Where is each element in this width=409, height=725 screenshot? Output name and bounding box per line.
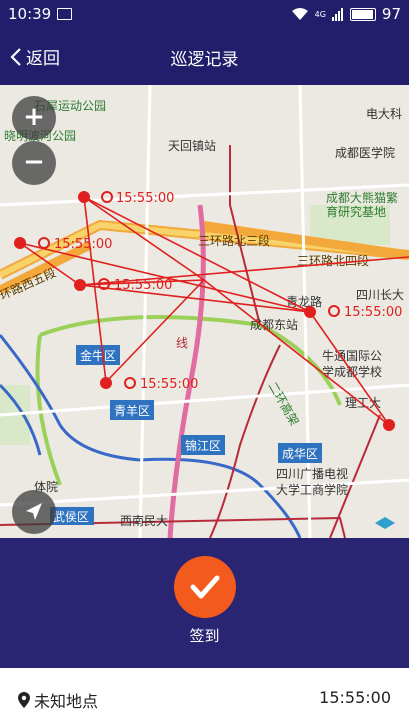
zoom-out-button[interactable]: −: [12, 141, 56, 185]
marker-time: 15:55:00: [54, 237, 112, 252]
map-label: 成都大熊猫繁: [326, 190, 398, 205]
location-pin-icon: [18, 692, 30, 708]
marker-time: 15:55:00: [116, 191, 174, 206]
patrol-marker[interactable]: [14, 237, 26, 249]
map-label: 成华区: [282, 447, 318, 461]
patrol-marker[interactable]: [304, 306, 316, 318]
record-time: 15:55:00: [319, 688, 391, 707]
map-view[interactable]: 石犀运动公园 晓明波河公园 天回镇站 电大科 成都医学院 成都大熊猫繁 育研究基…: [0, 85, 409, 538]
wifi-icon: [291, 8, 308, 20]
checkin-panel: 签到: [0, 538, 409, 668]
map-label: 电大科: [366, 107, 402, 121]
network-type: 4G: [314, 9, 326, 19]
location-text: 未知地点: [34, 692, 99, 711]
map-label: 理工大: [345, 396, 381, 410]
navigation-arrow-icon: [26, 503, 42, 520]
map-label: 西南民大: [120, 513, 168, 528]
signal-icon: [331, 8, 343, 21]
battery-icon: [349, 7, 376, 21]
patrol-marker[interactable]: [100, 377, 112, 389]
locate-button[interactable]: [12, 490, 56, 534]
patrol-marker[interactable]: [74, 279, 86, 291]
status-right: 4G 97: [291, 5, 401, 23]
marker-time: 15:55:00: [140, 377, 198, 392]
map-label: 三环路北三段: [198, 233, 270, 248]
map-label: 大学工商学院: [276, 482, 348, 497]
status-time: 10:39: [8, 5, 52, 23]
marker-time: 15:55:00: [344, 305, 402, 320]
map-label: 牛通国际公: [322, 348, 382, 363]
page-title: 巡逻记录: [170, 50, 239, 70]
map-label: 金牛区: [80, 348, 116, 363]
map-label: 育研究基地: [326, 204, 386, 219]
zoom-in-button[interactable]: +: [12, 96, 56, 140]
map-label: 四川长大: [356, 288, 404, 302]
map-label: 锦江区: [185, 439, 221, 453]
checkin-label: 签到: [189, 627, 220, 645]
map-label: 线: [176, 336, 188, 350]
map-canvas: 石犀运动公园 晓明波河公园 天回镇站 电大科 成都医学院 成都大熊猫繁 育研究基…: [0, 85, 409, 538]
status-bar: 10:39 4G 97: [0, 0, 409, 30]
map-label: 成都医学院: [335, 145, 395, 160]
map-label: 天回镇站: [168, 139, 216, 153]
battery-percent: 97: [381, 5, 401, 23]
map-label: 武侯区: [53, 510, 89, 524]
map-label: 青龙路: [286, 294, 322, 309]
app-header: 返回 巡逻记录: [0, 30, 409, 85]
map-label: 成都东站: [250, 318, 298, 332]
map-label: 四川广播电视: [276, 466, 348, 481]
patrol-marker[interactable]: [78, 191, 90, 203]
marker-time: 15:55:00: [114, 278, 172, 293]
check-icon: [190, 575, 220, 599]
location-info: 未知地点: [18, 688, 98, 712]
patrol-marker[interactable]: [383, 419, 395, 431]
record-row: 未知地点 15:55:00: [0, 668, 409, 725]
checkin-button[interactable]: [174, 556, 236, 618]
map-label: 青羊区: [114, 403, 150, 418]
image-notification-icon: [57, 8, 72, 20]
